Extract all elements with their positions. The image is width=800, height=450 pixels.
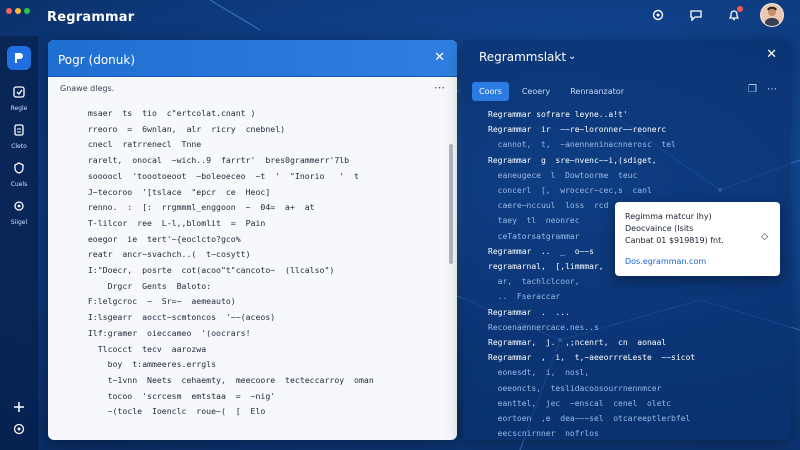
right-code-line: eanttel, jec ~enscal cenel oletc: [488, 398, 672, 408]
code-line[interactable]: renno. : [: rrgmmml_enggoon ~ 04= a+ at: [78, 202, 315, 212]
rail-item-label: Cleto: [11, 143, 27, 150]
app-title: Regrammar: [47, 10, 135, 25]
rail-item-cleto[interactable]: Cleto: [0, 122, 38, 150]
right-code-line: Recoenaennercace.nes..s: [488, 322, 599, 332]
code-line[interactable]: eoegor ie tert'~{eoclcto?gco%: [78, 234, 241, 244]
right-code-line: eonesdt, i, nosl,: [488, 368, 590, 378]
avatar[interactable]: [760, 3, 784, 27]
right-code-line: Regrammar . ...: [488, 307, 570, 317]
right-code-line: cannot, t, ~anenneninacnnerosc tel: [488, 140, 676, 150]
editor-header: Pogr (donuk) ✕: [48, 40, 457, 77]
right-code-line: Regrammar , i, t,~aeeorrreLeste ~~sicot: [488, 353, 696, 363]
editor-subheader: Gnawe dlegs. ⋯: [48, 77, 457, 99]
code-line[interactable]: Ilf:gramer oieccameo '(oocrars!: [78, 328, 251, 338]
close-window-dot[interactable]: [6, 8, 12, 14]
popup-line-3: Canbat 01 $919819) fnt.: [625, 236, 724, 245]
code-line[interactable]: soooocl 'toootoeoot ~boleoeceo ~t ' "Ino…: [78, 171, 359, 181]
notification-dot: [737, 6, 743, 12]
minimize-window-dot[interactable]: [15, 8, 21, 14]
breadcrumb: Gnawe dlegs.: [60, 84, 115, 93]
tab-renraanzator[interactable]: Renraanzator: [563, 82, 631, 101]
shield-icon: [12, 160, 26, 179]
code-line[interactable]: msaer ts tio c"ertcolat.cnant ): [78, 108, 256, 118]
right-code-line: ar, tachlclcoor,: [488, 277, 580, 287]
top-bar: Regrammar: [0, 0, 800, 36]
close-icon[interactable]: ✕: [434, 50, 445, 65]
app-logo-icon[interactable]: [7, 46, 31, 70]
right-code-line: Regrammar g sre~nvenc~~i,(sdiget,: [488, 155, 657, 165]
right-code-line: taey tl neonrec: [488, 216, 580, 226]
code-line[interactable]: I:"Doecr, posrte cot(acoo"t"cancoto~ (ll…: [78, 265, 334, 275]
code-line[interactable]: J~tecoroo '[tslace "epcr ce Heoc]: [78, 187, 270, 197]
code-line[interactable]: rarelt, onocal ~wich..9 farrtr' bres0gra…: [78, 155, 349, 165]
editor-scrollbar[interactable]: [449, 144, 453, 264]
right-code-line: .. Fseraccar: [488, 292, 561, 302]
code-line[interactable]: Tlcocct tecv aarozwa: [78, 344, 206, 354]
code-line[interactable]: rreoro = 6wnlan, alr ricry cnebnel): [78, 124, 285, 134]
chat-icon[interactable]: [684, 3, 708, 27]
right-panel-tabs: Coors Ceoery Renraanzator: [472, 82, 631, 101]
code-line[interactable]: t~1vnn Neets cehaemty, meecoore tectecca…: [78, 375, 374, 385]
tab-ceoery[interactable]: Ceoery: [515, 82, 557, 101]
popup-link[interactable]: Dos.egramman.com: [625, 257, 706, 266]
code-line[interactable]: reatr ancr~svachch..( t~cosytt): [78, 249, 251, 259]
plus-icon[interactable]: [0, 400, 38, 414]
code-line[interactable]: cnecl ratrrenecl Tnne: [78, 139, 201, 149]
doc-icon: [12, 122, 26, 141]
rail-item-label: Regle: [10, 105, 28, 112]
maximize-window-dot[interactable]: [24, 8, 30, 14]
rail-item-regle[interactable]: Regle: [0, 84, 38, 112]
right-code-line: Regrammar ir ~~re~loronner~~reonerc: [488, 125, 667, 135]
bell-icon[interactable]: [722, 3, 746, 27]
right-code-line: eortoen ,e dea~~~sel otcareeptlerbfel: [488, 414, 691, 423]
right-code-line: Regrammar, j. ,;ncenrt, cn aonaal: [488, 338, 667, 347]
more-icon[interactable]: ⋯: [434, 81, 445, 94]
code-line[interactable]: ~(tocle Ioenclc roue~( [ Elo: [78, 406, 266, 416]
popup-line-1: Regimma matcur lhy): [625, 212, 712, 221]
rail-item-siigel[interactable]: Siigel: [0, 198, 38, 226]
code-line[interactable]: tocoo 'scrcesm emtstaa = ~nig': [78, 391, 276, 401]
right-panel-tools: ❐ ⋯: [748, 84, 777, 95]
right-code-line: regramarnal, [,limmmar,: [488, 262, 604, 271]
code-line[interactable]: T-lilcor ree L-l,,blomlit = Pain: [78, 218, 265, 228]
right-code-line: Regrammar .. _ o~~s: [488, 246, 594, 256]
right-code-line: oeeoncts, teslidacoosourrnennmcer: [488, 383, 662, 393]
code-line[interactable]: F:lelgcroc ~ Sr=~ aemeauto): [78, 296, 236, 306]
code-line[interactable]: Drgcr Gents Baloto:: [78, 281, 212, 291]
settings-icon[interactable]: [0, 422, 38, 436]
chevron-down-icon[interactable]: ⌄: [568, 51, 576, 62]
diamond-icon[interactable]: ◇: [761, 232, 768, 242]
right-panel-header: Regrammslakt ⌄ ✕: [463, 40, 791, 76]
code-line[interactable]: I:lsgearr aocct~scmtoncos '~~(aceos): [78, 312, 275, 322]
gear-icon: [12, 198, 26, 217]
rail-item-label: Siigel: [10, 219, 28, 226]
right-code-line: Regrammar sofrare leyne..a!t': [488, 110, 628, 119]
editor-tab-title[interactable]: Pogr (donuk): [58, 53, 135, 67]
editor-code[interactable]: msaer ts tio c"ertcolat.cnant ) rreoro =…: [78, 108, 438, 438]
rail-item-label: Cuels: [10, 181, 28, 188]
rail-item-cuels[interactable]: Cuels: [0, 160, 38, 188]
edit-icon: [12, 84, 26, 103]
left-rail: Regle Cleto Cuels Siigel: [0, 36, 38, 450]
suggestion-popup: Regimma matcur lhy) Deocvaince (Isits Ca…: [615, 202, 780, 276]
code-line[interactable]: boy t:ammeeres.errgls: [78, 359, 216, 369]
more-icon[interactable]: ⋯: [767, 84, 777, 95]
right-code-line: ceTatorsatgrammar: [488, 231, 580, 241]
tab-coors[interactable]: Coors: [472, 82, 509, 101]
right-panel-title: Regrammslakt: [479, 50, 567, 64]
right-code-line: eaneugece l Dowtoorme teuc: [488, 170, 638, 180]
popup-line-2: Deocvaince (Isits: [625, 224, 694, 233]
window-controls: [6, 8, 30, 14]
copy-icon[interactable]: ❐: [748, 84, 757, 95]
right-code-line: concerl [, wrocecr~cec,s canl: [488, 186, 652, 195]
settings-icon[interactable]: [646, 3, 670, 27]
right-code-line: eecscnirnner nofrlos: [488, 429, 599, 439]
close-icon[interactable]: ✕: [766, 47, 777, 62]
